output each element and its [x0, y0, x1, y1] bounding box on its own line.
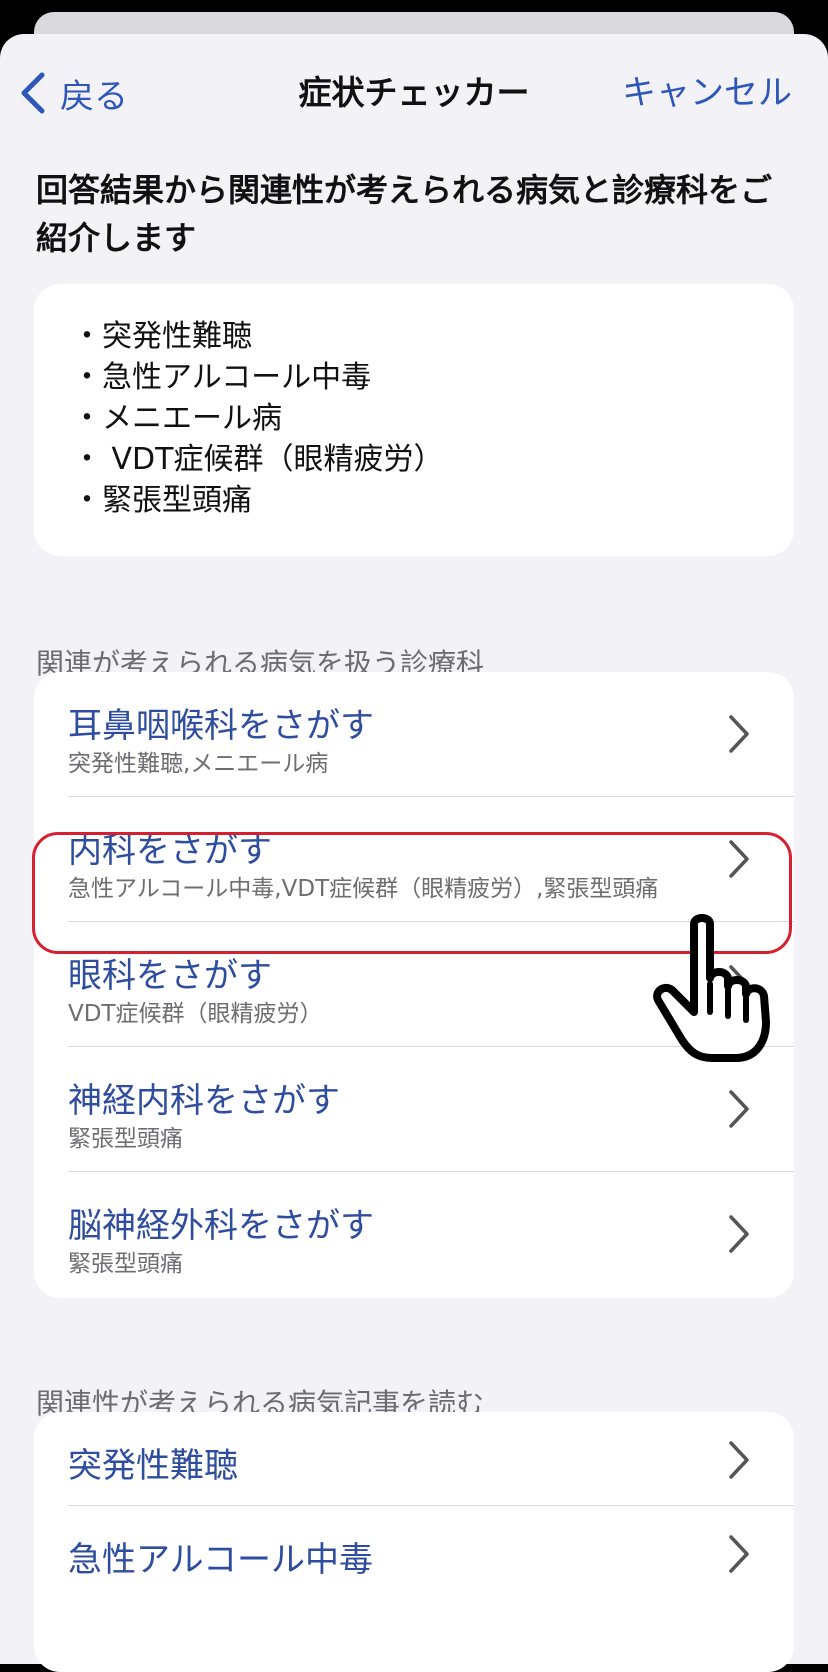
chevron-right-icon	[729, 840, 749, 878]
department-title: 神経内科をさがす	[68, 1081, 340, 1121]
disease-list-card: ・突発性難聴 ・急性アルコール中毒 ・メニエール病 ・ VDT症候群（眼精疲労）…	[34, 284, 794, 556]
disease-item: ・突発性難聴	[72, 319, 252, 354]
department-title: 脳神経外科をさがす	[68, 1206, 374, 1246]
chevron-right-icon	[729, 1441, 749, 1479]
article-title: 急性アルコール中毒	[68, 1540, 373, 1580]
department-diseases: 急性アルコール中毒,VDT症候群（眼精疲労）,緊張型頭痛	[68, 876, 659, 902]
department-diseases: VDT症候群（眼精疲労）	[68, 1001, 323, 1027]
disease-item: ・急性アルコール中毒	[72, 360, 372, 395]
department-row-ent[interactable]: 耳鼻咽喉科をさがす 突発性難聴,メニエール病	[34, 672, 794, 797]
article-row-acute-alcohol-poisoning[interactable]: 急性アルコール中毒	[34, 1506, 794, 1600]
cancel-button[interactable]: キャンセル	[622, 68, 792, 118]
department-diseases: 突発性難聴,メニエール病	[68, 751, 329, 777]
hand-pointer-icon	[653, 914, 770, 1062]
department-title: 内科をさがす	[68, 831, 272, 871]
department-title: 眼科をさがす	[68, 956, 272, 996]
department-title: 耳鼻咽喉科をさがす	[68, 706, 374, 746]
result-headline: 回答結果から関連性が考えられる病気と診療科をご紹介します	[36, 171, 773, 257]
disease-item: ・メニエール病	[72, 401, 282, 436]
disease-list: ・突発性難聴 ・急性アルコール中毒 ・メニエール病 ・ VDT症候群（眼精疲労）…	[34, 284, 794, 521]
department-diseases: 緊張型頭痛	[68, 1126, 183, 1152]
chevron-right-icon	[729, 715, 749, 753]
department-diseases: 緊張型頭痛	[68, 1251, 183, 1277]
article-title: 突発性難聴	[68, 1446, 238, 1486]
nav-bar: 戻る 症状チェッカー キャンセル	[0, 34, 828, 150]
chevron-right-icon	[729, 1090, 749, 1128]
department-row-neurology[interactable]: 神経内科をさがす 緊張型頭痛	[34, 1047, 794, 1172]
chevron-right-icon	[729, 1535, 749, 1573]
department-row-internal-medicine[interactable]: 内科をさがす 急性アルコール中毒,VDT症候群（眼精疲労）,緊張型頭痛	[34, 797, 794, 922]
chevron-right-icon	[729, 1215, 749, 1253]
article-row-sudden-hearing-loss[interactable]: 突発性難聴	[34, 1412, 794, 1506]
disease-item: ・緊張型頭痛	[72, 483, 252, 518]
department-row-neurosurgery[interactable]: 脳神経外科をさがす 緊張型頭痛	[34, 1172, 794, 1297]
article-list-card: 突発性難聴 急性アルコール中毒	[34, 1412, 794, 1672]
disease-item: ・ VDT症候群（眼精疲労）	[72, 442, 444, 477]
